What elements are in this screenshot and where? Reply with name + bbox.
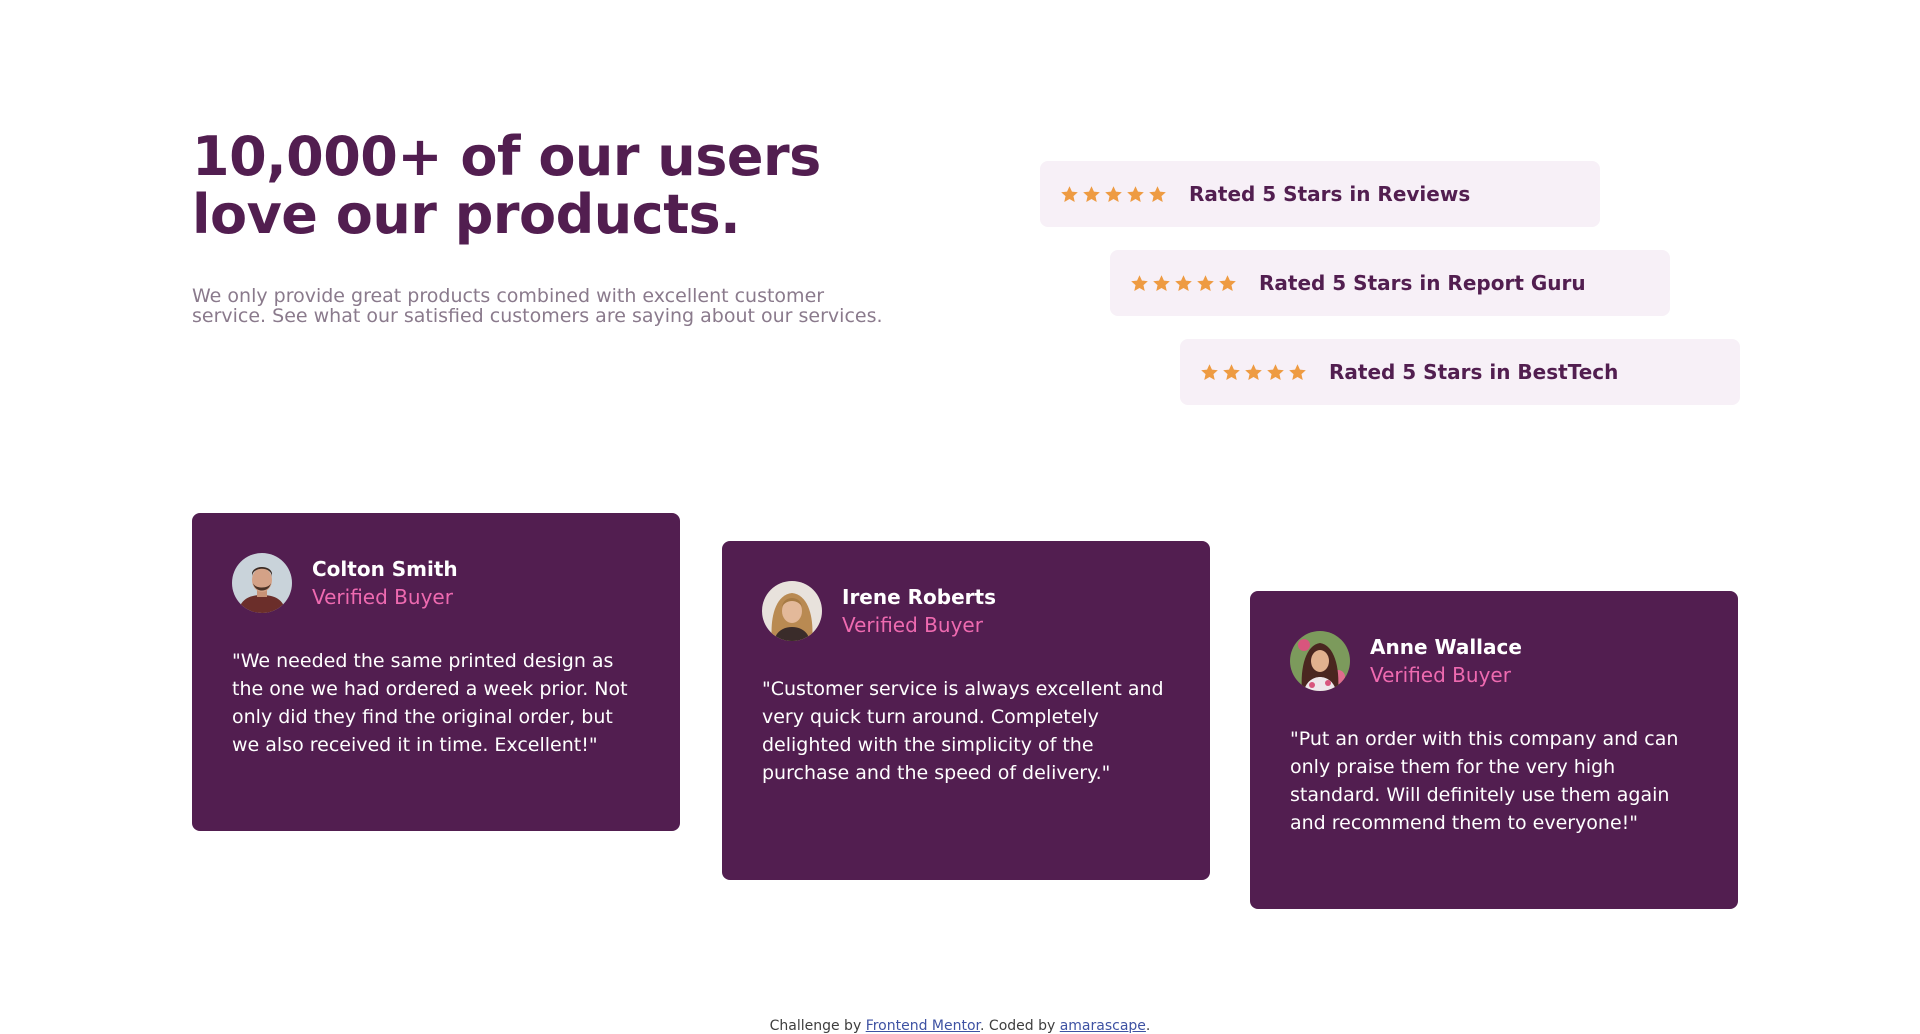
testimonial-quote: "Customer service is always excellent an… (762, 678, 1164, 784)
star-icon (1061, 185, 1078, 202)
rating-bar-besttech: Rated 5 Stars in BestTech (1180, 339, 1740, 405)
frontend-mentor-link[interactable]: Frontend Mentor (866, 1018, 980, 1034)
reviewer-status: Verified Buyer (1370, 663, 1511, 687)
star-icon (1201, 363, 1218, 380)
page-title: 10,000+ of our users love our products. (192, 125, 821, 246)
avatar (1290, 631, 1350, 691)
person-info: Irene Roberts Verified Buyer (842, 583, 996, 639)
testimonial-card-irene: Irene Roberts Verified Buyer "Customer s… (722, 541, 1210, 880)
testimonial-quote: "We needed the same printed design as th… (232, 650, 628, 756)
testimonial-card-colton: Colton Smith Verified Buyer "We needed t… (192, 513, 680, 831)
star-icon (1153, 274, 1170, 291)
footer-middle: . Coded by (980, 1018, 1060, 1034)
star-icon (1289, 363, 1306, 380)
rating-label: Rated 5 Stars in Reviews (1189, 182, 1471, 206)
testimonial-header: Colton Smith Verified Buyer (232, 553, 640, 613)
star-icon (1083, 185, 1100, 202)
star-icon (1175, 274, 1192, 291)
reviewer-name: Anne Wallace (1370, 635, 1522, 659)
testimonial-quote: "Put an order with this company and can … (1290, 728, 1679, 834)
star-icon (1149, 185, 1166, 202)
footer-suffix: . (1145, 1018, 1151, 1034)
rating-bar-report-guru: Rated 5 Stars in Report Guru (1110, 250, 1670, 316)
attribution-footer: Challenge by Frontend Mentor. Coded by a… (0, 1018, 1920, 1034)
author-link[interactable]: amarascape (1060, 1018, 1146, 1034)
reviewer-name: Irene Roberts (842, 585, 996, 609)
person-info: Colton Smith Verified Buyer (312, 555, 458, 611)
star-rating (1200, 363, 1307, 382)
person-info: Anne Wallace Verified Buyer (1370, 633, 1522, 689)
star-icon (1197, 274, 1214, 291)
star-icon (1105, 185, 1122, 202)
reviewer-status: Verified Buyer (842, 613, 983, 637)
reviewer-status: Verified Buyer (312, 585, 453, 609)
star-icon (1223, 363, 1240, 380)
star-rating (1130, 274, 1237, 293)
avatar (232, 553, 292, 613)
star-icon (1131, 274, 1148, 291)
intro-text: We only provide great products combined … (192, 285, 883, 327)
rating-bar-reviews: Rated 5 Stars in Reviews (1040, 161, 1600, 227)
star-icon (1219, 274, 1236, 291)
reviewer-name: Colton Smith (312, 557, 458, 581)
testimonial-card-anne: Anne Wallace Verified Buyer "Put an orde… (1250, 591, 1738, 909)
avatar-anne-icon (1290, 631, 1350, 691)
avatar-colton-icon (232, 553, 292, 613)
avatar (762, 581, 822, 641)
star-rating (1060, 185, 1167, 204)
testimonial-header: Irene Roberts Verified Buyer (762, 581, 1170, 641)
star-icon (1245, 363, 1262, 380)
avatar-irene-icon (762, 581, 822, 641)
rating-label: Rated 5 Stars in BestTech (1329, 360, 1619, 384)
social-proof-page: 10,000+ of our users love our products. … (0, 0, 1920, 1034)
footer-prefix: Challenge by (769, 1018, 866, 1034)
testimonial-header: Anne Wallace Verified Buyer (1290, 631, 1698, 691)
rating-label: Rated 5 Stars in Report Guru (1259, 271, 1586, 295)
star-icon (1267, 363, 1284, 380)
star-icon (1127, 185, 1144, 202)
